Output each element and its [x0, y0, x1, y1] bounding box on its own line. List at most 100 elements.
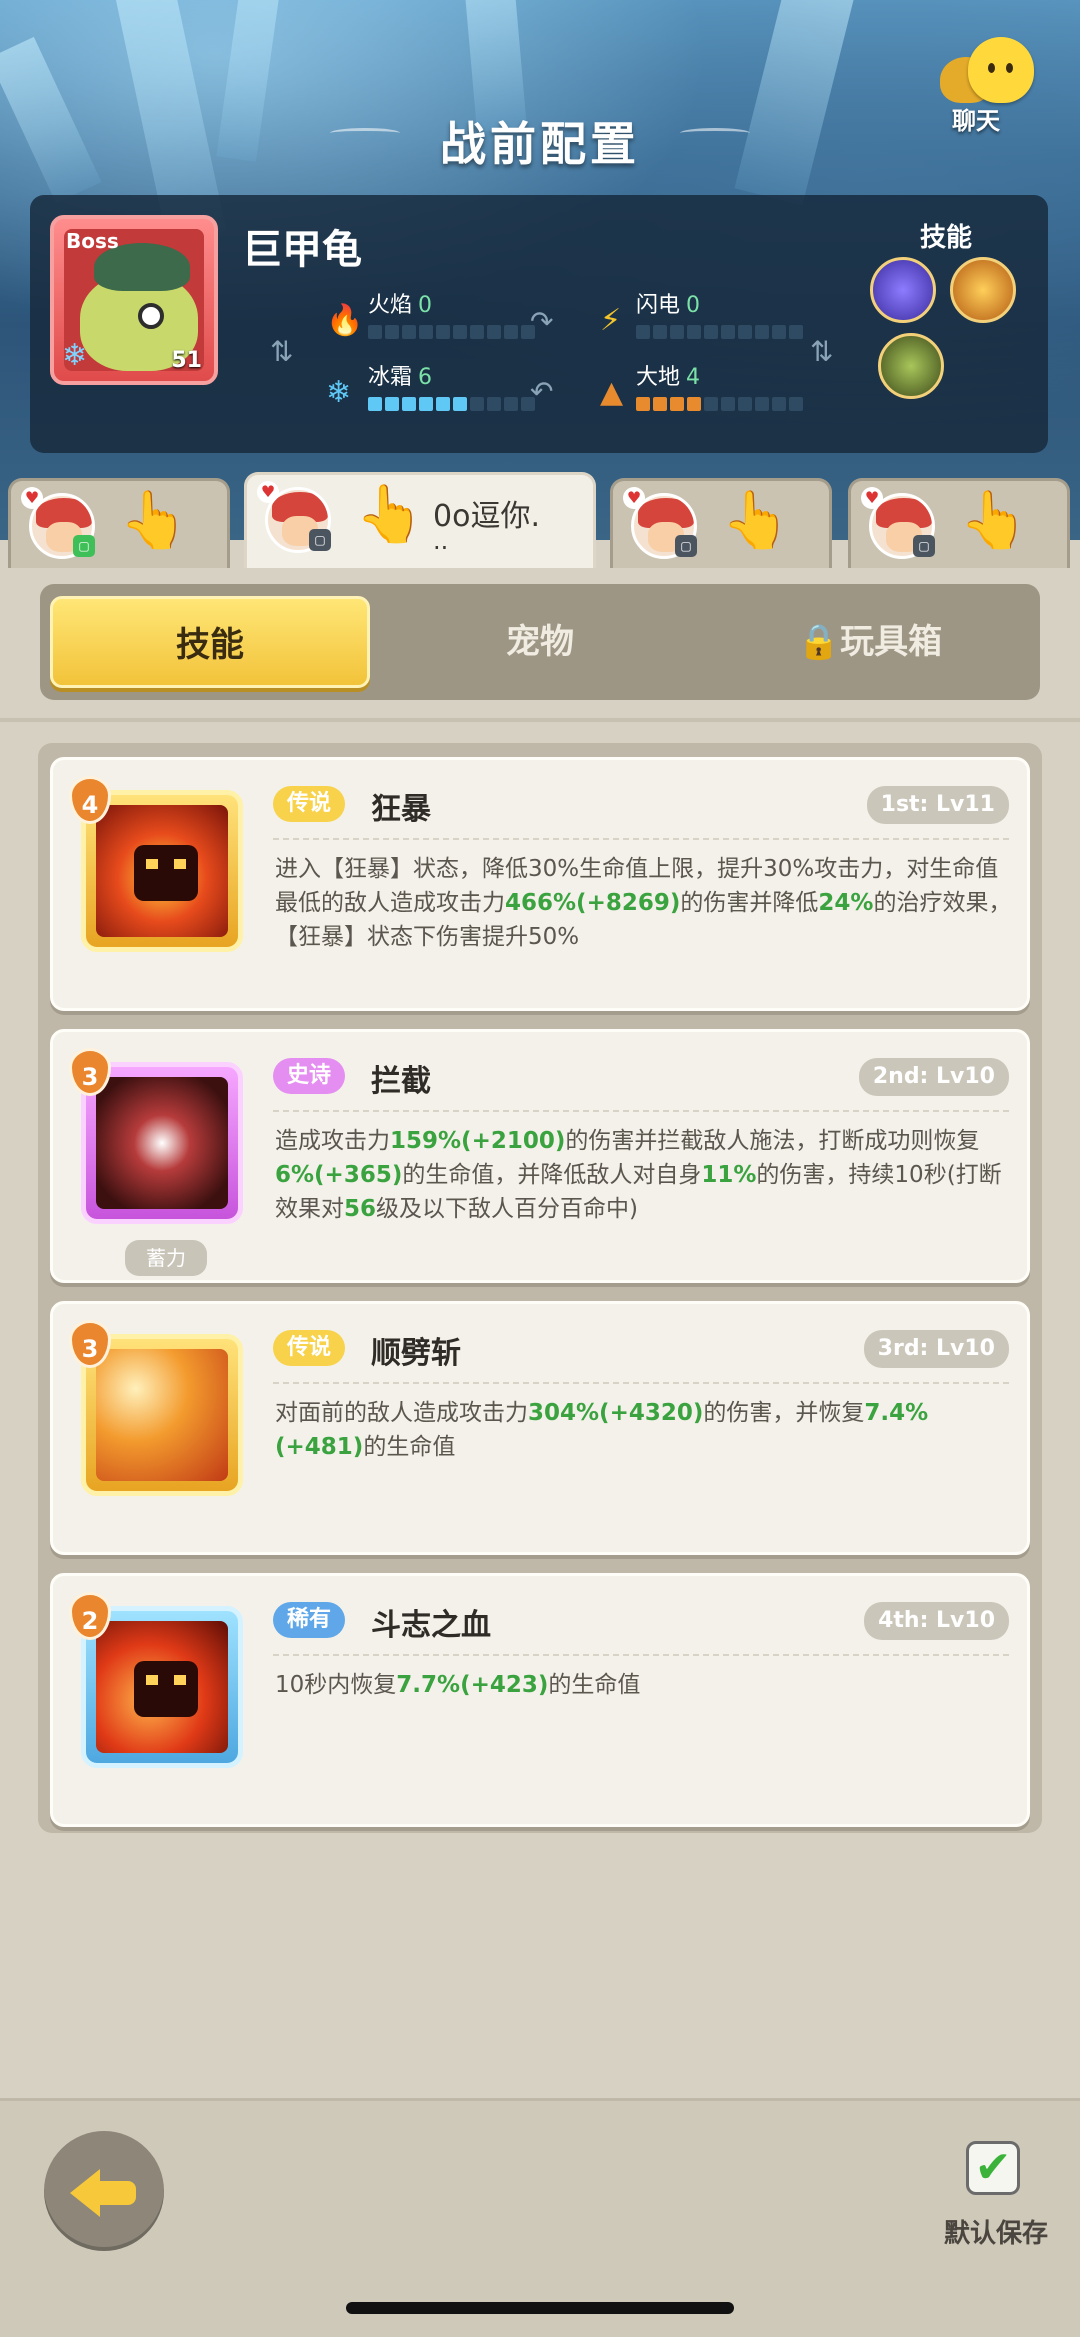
desc-text: 造成攻击力 [275, 1128, 390, 1154]
turtle-eye [138, 303, 164, 329]
rarity-badge: 史诗 [273, 1058, 346, 1094]
swap-arrow-icon: ⇅ [270, 335, 294, 368]
stat-lightning-bar [636, 325, 816, 339]
stat-bar-segment [653, 325, 667, 339]
boss-skills-label: 技能 [919, 223, 972, 253]
stat-earth: 大地 4 [636, 359, 816, 411]
divider [273, 838, 1009, 840]
boss-skill-vortex-icon[interactable] [870, 257, 936, 323]
frost-element-icon: ❄ [62, 338, 88, 373]
skill-name: 狂暴 [371, 792, 431, 827]
boss-skill-shell-icon[interactable] [950, 257, 1016, 323]
stat-bar-segment [368, 325, 382, 339]
stat-lightning-value: 0 [686, 293, 701, 318]
skill-card-4[interactable]: 2 稀有 斗志之血 4th: Lv10 10秒内恢复7.7%(+423)的生命值 [50, 1573, 1030, 1827]
player-tab-3[interactable]: ♥ ▢ 👆 [610, 478, 832, 570]
skill-slot-level: 2nd: Lv10 [858, 1058, 1009, 1096]
stat-bar-segment [789, 397, 803, 411]
back-button[interactable] [44, 2131, 164, 2251]
tab-toybox[interactable]: 🔒玩具箱 [710, 596, 1030, 688]
player-tab-1[interactable]: ♥ ▢ 👆 [8, 478, 230, 570]
desc-text: 的生命值 [548, 1672, 641, 1698]
stat-bar-segment [687, 325, 701, 339]
desc-value: 304%(+4320) [528, 1400, 704, 1426]
device-icon: ▢ [73, 535, 95, 557]
stat-bar-segment [738, 325, 752, 339]
stat-bar-segment [704, 397, 718, 411]
stat-bar-segment [704, 325, 718, 339]
heart-badge-icon: ♥ [21, 487, 43, 509]
divider [0, 718, 1080, 722]
stat-lightning: 闪电 0 [636, 287, 816, 339]
stat-bar-segment [687, 397, 701, 411]
category-tab-bar: 技能 宠物 🔒玩具箱 [40, 584, 1040, 700]
stat-bar-segment [419, 397, 433, 411]
device-icon: ▢ [309, 529, 331, 551]
stat-earth-bar [636, 397, 816, 411]
stat-bar-segment [636, 325, 650, 339]
frost-icon: ❄ [326, 375, 352, 410]
device-icon: ▢ [913, 535, 935, 557]
desc-text: 的生命值，并降低敌人对自身 [402, 1162, 702, 1188]
home-indicator[interactable] [346, 2302, 734, 2314]
loadout-panel: 技能 宠物 🔒玩具箱 4 传说 狂暴 1st: Lv11 进入【狂暴】状态，降低… [0, 568, 1080, 2098]
desc-text: 的伤害并降低 [680, 890, 819, 916]
chat-label: 聊天 [952, 107, 1000, 135]
boss-info-panel: Boss ❄ 51 巨甲龟 🔥 火焰 0 ⚡ 闪电 0 ❄ 冰霜 6 ▲ 大地 4 ⇅ … [30, 195, 1048, 453]
cleave-art [96, 1349, 228, 1481]
player-name: 0o逗你. [433, 499, 540, 534]
boss-tag: Boss [66, 229, 119, 253]
stat-fire-value: 0 [418, 293, 433, 318]
skill-card-1[interactable]: 4 传说 狂暴 1st: Lv11 进入【狂暴】状态，降低30%生命值上限，提升… [50, 757, 1030, 1011]
desc-text: 10秒内恢复 [275, 1672, 397, 1698]
ice-crystal [734, 0, 856, 206]
rarity-badge: 稀有 [273, 1602, 346, 1638]
stat-bar-segment [670, 397, 684, 411]
stat-bar-segment [436, 397, 450, 411]
fist-face-icon [134, 1661, 198, 1717]
default-save-checkbox[interactable]: ✔ [966, 2141, 1020, 2195]
stat-earth-value: 4 [686, 365, 701, 390]
player-tab-2[interactable]: ♥ ▢ 👆 0o逗你. .. [244, 472, 596, 570]
chat-button[interactable]: 聊天 [940, 35, 1040, 135]
heart-badge-icon: ♥ [257, 481, 279, 503]
fire-icon: 🔥 [326, 303, 364, 338]
stat-bar-segment [721, 397, 735, 411]
divider [273, 1382, 1009, 1384]
stat-frost-bar [368, 397, 548, 411]
stat-fire-bar [368, 325, 548, 339]
like-hand-icon[interactable]: 👆 [355, 485, 425, 545]
like-hand-icon[interactable]: 👆 [119, 491, 189, 551]
tab-skills[interactable]: 技能 [50, 596, 370, 688]
boss-level: 51 [171, 348, 202, 373]
title-ornament-right [680, 128, 750, 138]
desc-text: 的伤害，并恢复 [703, 1400, 865, 1426]
default-save-label: 默认保存 [943, 2219, 1048, 2249]
tab-pets[interactable]: 宠物 [380, 596, 700, 688]
player-tab-4[interactable]: ♥ ▢ 👆 [848, 478, 1070, 570]
battle-scene-background: 战前配置 聊天 Boss ❄ 51 巨甲龟 🔥 火焰 0 ⚡ 闪电 0 ❄ 冰霜… [0, 0, 1080, 540]
like-hand-icon[interactable]: 👆 [959, 491, 1029, 551]
desc-text: 级及以下敌人百分百命中) [376, 1196, 638, 1222]
stat-bar-segment [636, 397, 650, 411]
desc-value: 24% [818, 890, 874, 916]
stat-frost-label: 冰霜 [368, 365, 413, 390]
player-name-continued: .. [433, 527, 449, 555]
stat-bar-segment [436, 325, 450, 339]
stat-bar-segment [653, 397, 667, 411]
swap-arrow-icon: ↷ [530, 305, 554, 338]
angry-face-icon [134, 845, 198, 901]
stat-bar-segment [402, 397, 416, 411]
tab-toybox-label: 玩具箱 [840, 622, 943, 662]
stat-fire-label: 火焰 [368, 293, 413, 318]
skill-card-3[interactable]: 3 传说 顺劈斩 3rd: Lv10 对面前的敌人造成攻击力304%(+4320… [50, 1301, 1030, 1555]
like-hand-icon[interactable]: 👆 [721, 491, 791, 551]
stat-bar-segment [385, 325, 399, 339]
skill-card-2[interactable]: 3 蓄力 史诗 拦截 2nd: Lv10 造成攻击力159%(+2100)的伤害… [50, 1029, 1030, 1283]
device-icon: ▢ [675, 535, 697, 557]
back-arrow-tail [96, 2181, 136, 2205]
stat-bar-segment [772, 325, 786, 339]
boss-skill-turtle-icon[interactable] [878, 333, 944, 399]
boss-portrait[interactable]: Boss ❄ 51 [50, 215, 218, 385]
skill-name: 斗志之血 [371, 1608, 491, 1643]
